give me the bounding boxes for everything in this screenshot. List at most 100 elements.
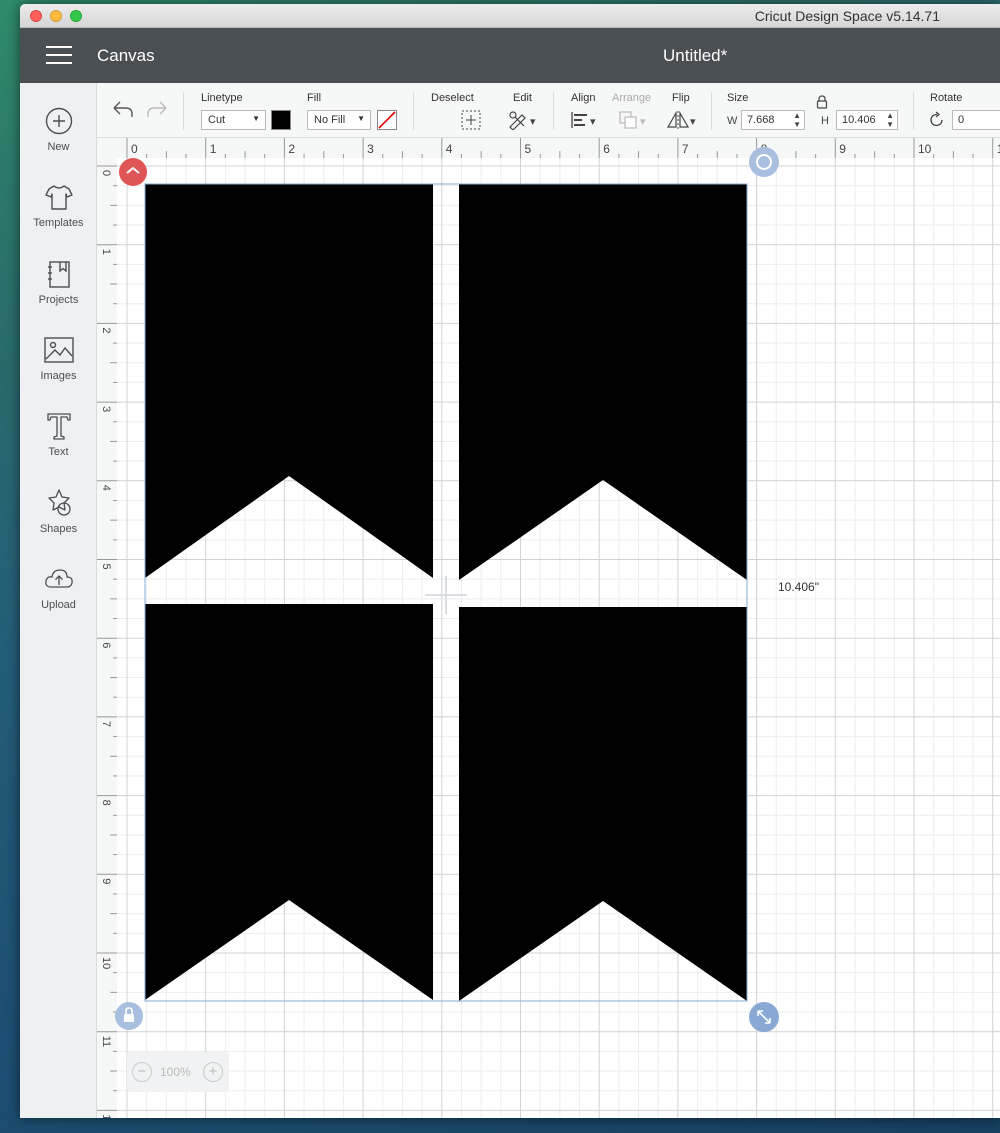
- sidebar-item-label: Images: [40, 370, 77, 382]
- ruler-label: 4: [446, 142, 453, 156]
- canvas-grid[interactable]: 0123456789101 0123456789101112: [97, 138, 1000, 1118]
- rotate-input[interactable]: 0 ▲▼: [952, 110, 1000, 130]
- deselect-icon[interactable]: [461, 110, 481, 130]
- arrange-icon: [619, 111, 637, 129]
- top-ruler: 0123456789101: [97, 138, 1000, 158]
- text-icon: [46, 413, 71, 440]
- sidebar-item-templates[interactable]: Templates: [20, 181, 97, 251]
- ruler-label: 2: [288, 142, 295, 156]
- linetype-select[interactable]: Cut ▼: [201, 110, 266, 130]
- toolbar-divider: [183, 92, 184, 130]
- window-maximize-button[interactable]: [70, 10, 82, 22]
- stepper-icon[interactable]: ▲ ▼: [886, 111, 894, 129]
- toolbar-divider: [413, 92, 414, 130]
- arrange-label: Arrange: [612, 92, 652, 104]
- sidebar-item-label: Projects: [38, 294, 79, 306]
- ruler-label: 7: [682, 142, 689, 156]
- projects-icon: [47, 261, 70, 288]
- document-title[interactable]: Untitled*: [663, 46, 727, 66]
- ruler-label: 3: [100, 406, 112, 412]
- edit-tools-icon[interactable]: [507, 110, 529, 130]
- flip-icon[interactable]: [666, 110, 690, 130]
- app-window: Cricut Design Space v5.14.71 Canvas Unti…: [20, 4, 1000, 1118]
- linetype-color-swatch[interactable]: [271, 110, 291, 130]
- zoom-in-button[interactable]: +: [203, 1062, 223, 1082]
- stepper-icon[interactable]: ▲ ▼: [793, 111, 801, 129]
- flip-label: Flip: [672, 92, 690, 104]
- banner-shape[interactable]: [145, 184, 433, 578]
- ruler-label: 5: [100, 564, 112, 570]
- fill-label: Fill: [307, 92, 322, 104]
- width-value: 7.668: [747, 114, 775, 126]
- redo-icon[interactable]: [145, 100, 169, 120]
- ruler-label: 10: [100, 957, 112, 969]
- sidebar-item-upload[interactable]: Upload: [20, 563, 97, 633]
- linetype-label: Linetype: [201, 92, 243, 104]
- align-icon[interactable]: [571, 110, 589, 130]
- section-label: Canvas: [97, 46, 155, 65]
- ruler-label: 2: [100, 327, 112, 333]
- ruler-label: 3: [367, 142, 374, 156]
- ruler-label: 1: [210, 142, 217, 156]
- design-canvas[interactable]: 0123456789101 0123456789101112: [97, 138, 1000, 1118]
- sidebar-item-label: New: [47, 141, 70, 153]
- fill-select[interactable]: No Fill ▼: [307, 110, 371, 130]
- no-fill-swatch-icon[interactable]: [377, 110, 397, 130]
- height-input[interactable]: 10.406 ▲ ▼: [836, 110, 898, 130]
- sidebar-item-label: Shapes: [39, 523, 78, 535]
- sidebar-item-label: Upload: [41, 599, 76, 611]
- rotate-value: 0: [958, 114, 965, 126]
- left-sidebar: New Templates Projects Images Text Shape…: [20, 83, 97, 1118]
- dropdown-arrow-icon: ▾: [640, 116, 646, 128]
- undo-icon[interactable]: [111, 100, 135, 120]
- dropdown-arrow-icon: ▾: [690, 116, 696, 128]
- height-value: 10.406: [842, 114, 876, 126]
- align-label: Align: [571, 92, 596, 104]
- zoom-out-button[interactable]: −: [132, 1062, 152, 1082]
- ruler-label: 6: [603, 142, 610, 156]
- lock-handle[interactable]: [115, 1002, 143, 1030]
- plus-circle-icon: [45, 107, 72, 135]
- sidebar-item-shapes[interactable]: Shapes: [20, 487, 97, 557]
- ruler-label: 7: [100, 721, 112, 727]
- window-close-button[interactable]: [30, 10, 42, 22]
- ruler-label: 11: [100, 1036, 112, 1047]
- sidebar-item-projects[interactable]: Projects: [20, 258, 97, 328]
- top-ruler-background: [97, 138, 1000, 158]
- tshirt-icon: [44, 185, 73, 210]
- height-prefix: H: [821, 115, 829, 127]
- ruler-label: 0: [100, 170, 112, 176]
- delete-handle[interactable]: [119, 158, 147, 186]
- toolbar-divider: [913, 92, 914, 130]
- cloud-upload-icon: [44, 569, 73, 588]
- width-prefix: W: [727, 115, 738, 127]
- image-icon: [43, 337, 74, 363]
- sidebar-item-images[interactable]: Images: [20, 334, 97, 404]
- resize-handle[interactable]: [749, 1002, 779, 1032]
- lock-icon[interactable]: [815, 95, 829, 109]
- size-label: Size: [727, 92, 749, 104]
- sidebar-item-label: Text: [48, 446, 69, 458]
- deselect-label: Deselect: [431, 92, 474, 104]
- ruler-label: 1: [100, 249, 112, 255]
- rotate-handle[interactable]: [749, 147, 779, 177]
- ruler-label: 9: [100, 878, 112, 884]
- window-minimize-button[interactable]: [50, 10, 62, 22]
- sidebar-item-new[interactable]: New: [20, 105, 97, 175]
- ruler-label: 10: [918, 142, 932, 156]
- ruler-label: 12: [100, 1114, 112, 1118]
- ruler-label: 6: [100, 642, 112, 648]
- lock-icon: [124, 1014, 134, 1022]
- linetype-value: Cut: [208, 114, 226, 126]
- width-input[interactable]: 7.668 ▲ ▼: [741, 110, 805, 130]
- zoom-value: 100%: [160, 1065, 191, 1079]
- banner-shape[interactable]: [459, 607, 747, 1001]
- dropdown-arrow-icon: ▼: [252, 114, 260, 123]
- hamburger-menu-icon[interactable]: [46, 46, 72, 66]
- edit-label: Edit: [513, 92, 532, 104]
- banner-shape[interactable]: [145, 604, 433, 1000]
- fill-value: No Fill: [314, 114, 346, 126]
- sidebar-item-text[interactable]: Text: [20, 410, 97, 480]
- ruler-label: 9: [839, 142, 846, 156]
- dropdown-arrow-icon: ▼: [357, 114, 365, 123]
